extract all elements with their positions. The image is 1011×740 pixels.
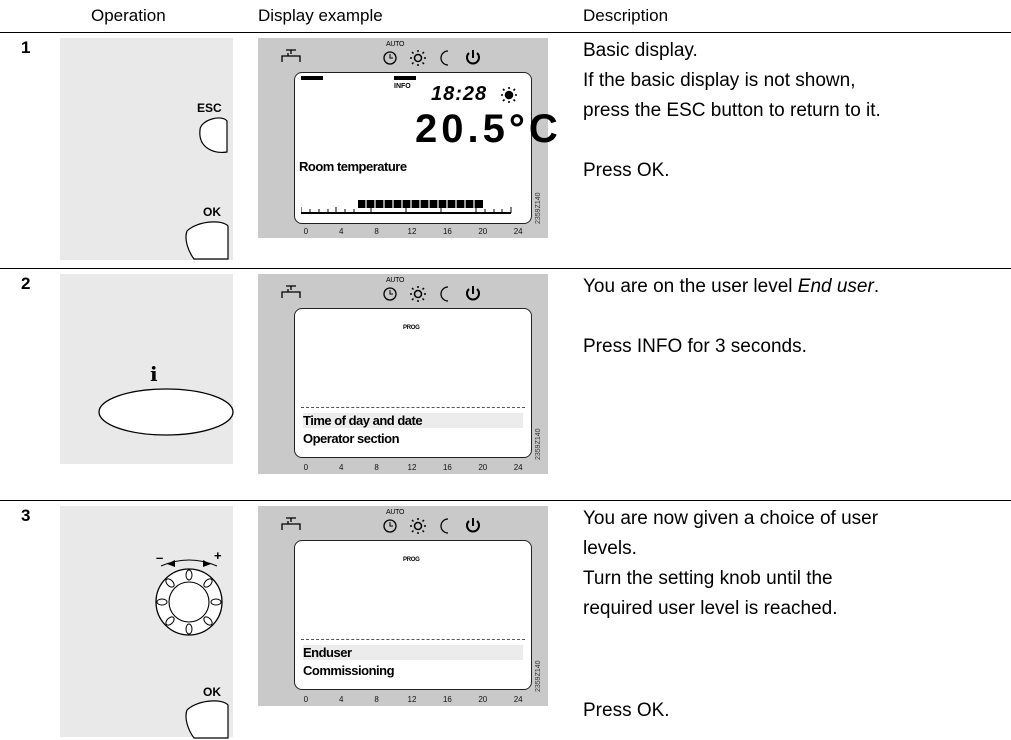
menu-item[interactable]: Operator section xyxy=(303,431,400,446)
prog-label: PROG xyxy=(403,557,420,563)
operation-panel: i xyxy=(60,274,236,464)
step-2-description: You are on the user level End user. Pres… xyxy=(583,272,879,362)
lcd-screen: PROG Time of day and date Operator secti… xyxy=(294,308,532,458)
lcd-screen: INFO 18:28 20.5°C Room temperature xyxy=(294,72,558,224)
header-description: Description xyxy=(583,6,669,25)
operation-panel: – + OK xyxy=(60,506,233,740)
tick-label: 4 xyxy=(338,463,344,472)
description-line: You are now given a choice of user xyxy=(583,508,879,529)
description-line: Press INFO for 3 seconds. xyxy=(583,336,807,357)
tick-label: 0 xyxy=(303,695,309,704)
moon-icon xyxy=(440,50,449,66)
ok-button[interactable] xyxy=(182,700,232,740)
display-example-1: AUTO INFO 18:28 20.5°C Room temperature xyxy=(258,38,558,238)
info-symbol: i xyxy=(150,362,158,386)
tick-label: 12 xyxy=(407,463,417,472)
tick-label: 24 xyxy=(513,463,523,472)
step-number: 3 xyxy=(21,506,31,525)
auto-label: AUTO xyxy=(386,41,405,48)
tick-label: 20 xyxy=(478,463,488,472)
esc-button-label: ESC xyxy=(197,101,222,115)
segment-bar-mid xyxy=(394,76,416,80)
tick-label: 8 xyxy=(374,227,379,236)
description-text: . xyxy=(873,276,880,297)
setting-knob[interactable] xyxy=(149,558,229,638)
menu-item[interactable]: Commissioning xyxy=(303,663,395,678)
description-line: You are on the user level End user. xyxy=(583,272,879,302)
step-number: 2 xyxy=(21,274,31,293)
tick-label: 0 xyxy=(303,227,309,236)
header-rule xyxy=(0,32,1011,33)
description-line xyxy=(583,126,881,156)
description-line: Press OK. xyxy=(583,160,670,181)
header-operation: Operation xyxy=(91,6,166,25)
tick-label: 8 xyxy=(374,695,379,704)
ok-button[interactable] xyxy=(182,221,232,261)
menu-divider xyxy=(301,639,525,640)
description-line: levels. xyxy=(583,538,637,559)
auto-label: AUTO xyxy=(386,277,405,284)
user-level-name: End user xyxy=(797,276,874,297)
tick-label: 12 xyxy=(407,695,417,704)
display-example-2: AUTO PROG Time of day and date Operator … xyxy=(258,274,548,474)
tick-label: 24 xyxy=(513,695,523,704)
room-temperature-label: Room temperature xyxy=(299,159,407,174)
info-button[interactable] xyxy=(96,386,236,438)
step-1-description: Basic display. If the basic display is n… xyxy=(583,36,881,186)
menu-item-selected[interactable]: Time of day and date xyxy=(303,413,523,428)
esc-button[interactable] xyxy=(194,116,234,156)
description-line: If the basic display is not shown, xyxy=(583,70,856,91)
time-bar xyxy=(301,200,512,214)
step-3-description: You are now given a choice of user level… xyxy=(583,504,878,624)
tick-label: 16 xyxy=(442,695,452,704)
power-icon xyxy=(466,50,480,65)
row-rule xyxy=(0,268,1011,269)
sun-icon xyxy=(501,87,517,103)
tick-label: 16 xyxy=(442,463,452,472)
tick-label: 20 xyxy=(478,695,488,704)
tap-icon xyxy=(281,49,301,62)
description-line: required user level is reached. xyxy=(583,598,838,619)
time-display: 18:28 xyxy=(431,83,488,105)
operation-panel: ESC OK xyxy=(60,38,233,260)
row-rule xyxy=(0,500,1011,501)
description-line: press the ESC button to return to it. xyxy=(583,100,881,121)
segment-bar-left xyxy=(301,76,323,80)
document-code: 2359Z140 xyxy=(535,192,542,224)
header-display-example: Display example xyxy=(258,6,383,25)
temperature-display: 20.5°C xyxy=(415,107,562,151)
description-line: Basic display. xyxy=(583,40,698,61)
tick-label: 16 xyxy=(442,227,452,236)
ok-button-label: OK xyxy=(203,685,221,699)
ok-button-label: OK xyxy=(203,205,221,219)
tick-label: 8 xyxy=(374,463,379,472)
sun-icon xyxy=(410,50,426,66)
lcd-screen: PROG Enduser Commissioning xyxy=(294,540,532,690)
tick-label: 24 xyxy=(513,227,523,236)
tick-label: 4 xyxy=(338,227,344,236)
description-line: Turn the setting knob until the xyxy=(583,568,833,589)
auto-clock-icon xyxy=(383,51,397,65)
description-line xyxy=(583,302,879,332)
step-number: 1 xyxy=(21,38,31,57)
info-label: INFO xyxy=(394,83,411,90)
tick-label: 4 xyxy=(338,695,344,704)
step-3-final-instruction: Press OK. xyxy=(583,700,670,721)
prog-label: PROG xyxy=(403,325,420,331)
display-example-3: AUTO PROG Enduser Commissioning 0 4 8 12… xyxy=(258,506,548,706)
auto-label: AUTO xyxy=(386,509,405,516)
document-code: 2359Z140 xyxy=(535,428,542,460)
tick-label: 0 xyxy=(303,463,309,472)
tick-label: 20 xyxy=(478,227,488,236)
document-code: 2359Z140 xyxy=(535,660,542,692)
menu-divider xyxy=(301,407,525,408)
description-text: You are on the user level xyxy=(583,276,798,297)
menu-item-selected[interactable]: Enduser xyxy=(303,645,523,660)
tick-label: 12 xyxy=(407,227,417,236)
